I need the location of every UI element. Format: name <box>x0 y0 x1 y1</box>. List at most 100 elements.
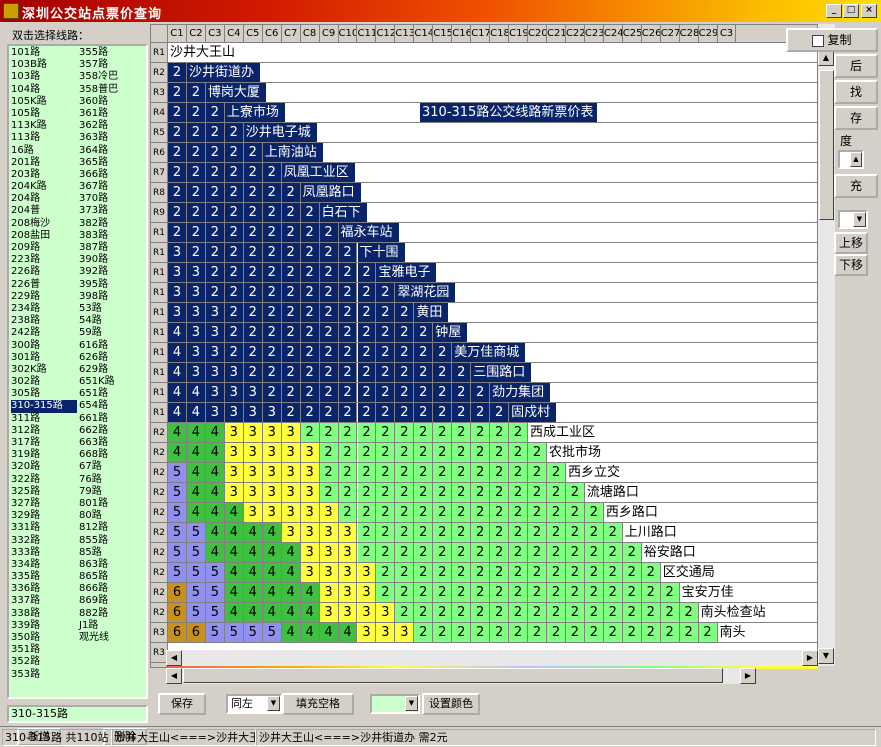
station-name[interactable]: 沙井街道办 <box>186 63 260 82</box>
fare-cell[interactable]: 3 <box>224 363 244 383</box>
fare-cell[interactable]: 2 <box>395 303 415 323</box>
column-header[interactable]: C17 <box>471 25 491 43</box>
fare-cell[interactable]: 2 <box>565 603 585 623</box>
station-name[interactable]: 劲力集团 <box>490 383 551 402</box>
fare-cell[interactable]: 2 <box>547 603 566 623</box>
scroll-thumb-2[interactable] <box>183 668 723 683</box>
fare-cell[interactable]: 2 <box>262 323 282 343</box>
column-header[interactable]: C27 <box>661 25 680 43</box>
fare-cell[interactable]: 3 <box>205 363 225 383</box>
fare-cell[interactable]: 2 <box>603 543 623 563</box>
fare-cell[interactable]: 2 <box>395 503 415 523</box>
station-name[interactable]: 西乡路口 <box>604 503 658 522</box>
color-select[interactable]: ▼ <box>370 694 420 714</box>
fare-cell[interactable]: 2 <box>338 363 358 383</box>
fare-cell[interactable]: 2 <box>319 423 339 443</box>
fare-cell[interactable]: 2 <box>338 443 358 463</box>
fare-cell[interactable]: 2 <box>509 523 529 543</box>
fare-cell[interactable]: 2 <box>357 463 377 483</box>
fare-cell[interactable]: 2 <box>584 583 604 603</box>
fare-cell[interactable]: 2 <box>281 243 301 263</box>
fare-cell[interactable]: 2 <box>414 403 434 423</box>
fare-cell[interactable]: 2 <box>641 583 661 603</box>
fare-cell[interactable]: 2 <box>395 543 415 563</box>
row-header[interactable]: R2 <box>151 563 168 583</box>
fare-cell[interactable]: 2 <box>395 583 415 603</box>
fare-cell[interactable]: 2 <box>319 403 339 423</box>
fare-cell[interactable]: 2 <box>186 183 206 203</box>
route-item[interactable]: 333路 <box>11 547 77 559</box>
station-name[interactable]: 沙井电子城 <box>243 123 317 142</box>
fare-cell[interactable]: 2 <box>224 323 244 343</box>
column-header[interactable]: C15 <box>433 25 453 43</box>
fare-cell[interactable]: 2 <box>168 123 187 143</box>
fare-cell[interactable]: 2 <box>414 463 434 483</box>
fare-cell[interactable]: 2 <box>433 543 453 563</box>
fare-cell[interactable]: 2 <box>471 583 491 603</box>
fare-cell[interactable]: 3 <box>168 263 187 283</box>
route-item[interactable]: 76路 <box>79 474 145 486</box>
fare-cell[interactable]: 5 <box>168 463 187 483</box>
move-down-button[interactable]: 下移 <box>834 254 868 276</box>
fare-cell[interactable]: 2 <box>224 183 244 203</box>
fare-cell[interactable]: 4 <box>243 523 263 543</box>
fare-cell[interactable]: 2 <box>281 183 301 203</box>
fare-cell[interactable]: 2 <box>205 143 225 163</box>
fare-cell[interactable]: 4 <box>186 483 206 503</box>
fare-cell[interactable]: 2 <box>490 563 510 583</box>
fill-button[interactable]: 充 <box>834 174 878 198</box>
fare-cell[interactable]: 2 <box>357 543 377 563</box>
fare-cell[interactable]: 2 <box>262 303 282 323</box>
fare-cell[interactable]: 3 <box>243 383 263 403</box>
fare-cell[interactable]: 2 <box>528 443 547 463</box>
fare-cell[interactable]: 2 <box>528 463 547 483</box>
fare-cell[interactable]: 2 <box>490 463 510 483</box>
column-header[interactable]: C3 <box>206 25 225 43</box>
column-header[interactable]: C26 <box>642 25 661 43</box>
fare-cell[interactable]: 2 <box>224 303 244 323</box>
fare-cell[interactable]: 3 <box>281 523 301 543</box>
route-item[interactable]: 302K路 <box>11 364 77 376</box>
fare-cell[interactable]: 2 <box>224 163 244 183</box>
fare-cell[interactable]: 2 <box>243 163 263 183</box>
column-header[interactable]: C1 <box>168 25 187 43</box>
column-header[interactable]: C9 <box>320 25 339 43</box>
row-header[interactable]: R4 <box>151 103 168 123</box>
fare-cell[interactable]: 4 <box>205 543 225 563</box>
fare-cell[interactable]: 2 <box>357 503 377 523</box>
fare-cell[interactable]: 4 <box>205 443 225 463</box>
fare-cell[interactable]: 2 <box>433 403 453 423</box>
fare-cell[interactable]: 2 <box>622 603 642 623</box>
fare-cell[interactable]: 2 <box>300 283 320 303</box>
route-item[interactable]: 362路 <box>79 120 145 132</box>
fare-cell[interactable]: 2 <box>547 623 566 643</box>
fare-cell[interactable]: 2 <box>509 503 529 523</box>
fare-cell[interactable]: 2 <box>224 283 244 303</box>
fare-cell[interactable]: 2 <box>168 203 187 223</box>
column-header[interactable]: C29 <box>699 25 718 43</box>
fare-cell[interactable]: 3 <box>224 443 244 463</box>
row-header[interactable]: R2 <box>151 583 168 603</box>
fare-cell[interactable]: 4 <box>168 323 187 343</box>
fare-cell[interactable]: 2 <box>584 563 604 583</box>
fare-cell[interactable]: 3 <box>168 303 187 323</box>
row-header[interactable]: R8 <box>151 183 168 203</box>
fare-cell[interactable]: 4 <box>205 523 225 543</box>
station-name[interactable]: 黄田 <box>414 303 449 322</box>
fare-cell[interactable]: 2 <box>168 163 187 183</box>
align-select[interactable]: 同左 ▼ <box>226 694 282 714</box>
fare-cell[interactable]: 2 <box>414 423 434 443</box>
button-2[interactable]: 后 <box>834 54 878 78</box>
route-item[interactable]: 358冷巴 <box>79 71 145 83</box>
fare-cell[interactable]: 3 <box>205 403 225 423</box>
fare-cell[interactable]: 2 <box>281 303 301 323</box>
station-name[interactable]: 博岗大厦 <box>205 83 266 102</box>
route-item[interactable]: 363路 <box>79 132 145 144</box>
fare-cell[interactable]: 3 <box>319 583 339 603</box>
fill-blanks-button[interactable]: 填充空格 <box>282 693 354 715</box>
fare-cell[interactable]: 2 <box>660 623 680 643</box>
row-header[interactable]: R1 <box>151 263 168 283</box>
fare-cell[interactable]: 2 <box>565 563 585 583</box>
fare-cell[interactable]: 3 <box>338 543 358 563</box>
fare-cell[interactable]: 2 <box>660 583 680 603</box>
